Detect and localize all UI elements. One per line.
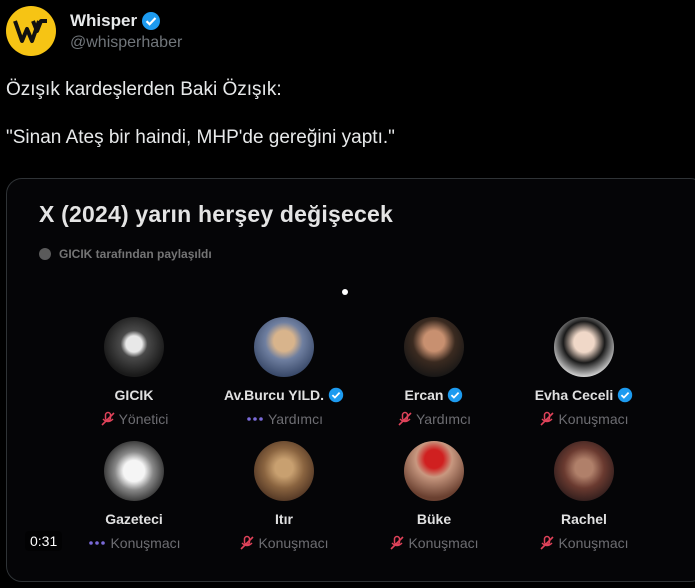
speaker-avatar[interactable] <box>404 317 464 377</box>
speaker-name-row: Itır <box>275 511 293 527</box>
speaker-avatar[interactable] <box>104 317 164 377</box>
speaker-role-row: Konuşmacı <box>539 535 629 551</box>
tweet-header: Whisper @whisperhaber <box>6 6 182 56</box>
shared-by-row: GICIK tarafından paylaşıldı <box>39 247 212 261</box>
speaker-role: Konuşmacı <box>110 535 181 551</box>
cursor-dot <box>342 289 348 295</box>
whisper-logo-icon <box>13 19 47 43</box>
speaker-name-row: Rachel <box>561 511 607 527</box>
speaker-name-row: Büke <box>417 511 451 527</box>
video-player[interactable]: X (2024) yarın herşey değişecek GICIK ta… <box>6 178 695 582</box>
speaker-role: Konuşmacı <box>558 411 629 427</box>
space-title: X (2024) yarın herşey değişecek <box>39 201 393 227</box>
speaker-card[interactable]: Gazeteci Konuşmacı <box>59 441 209 551</box>
verified-badge-icon <box>141 11 161 31</box>
speaker-name-row: Av.Burcu YILD. <box>224 387 344 403</box>
speaker-card[interactable]: Ercan Yardımcı <box>359 317 509 427</box>
speaker-name: Av.Burcu YILD. <box>223 387 325 403</box>
verified-badge-icon <box>447 387 463 403</box>
muted-mic-icon <box>397 411 413 427</box>
video-timestamp: 0:31 <box>25 531 63 551</box>
host-mini-avatar <box>39 248 51 260</box>
speaker-card[interactable]: Av.Burcu YILD. Yardımcı <box>209 317 359 427</box>
account-avatar[interactable] <box>6 6 56 56</box>
speaker-card[interactable]: GICIK Yönetici <box>59 317 209 427</box>
speaker-role-row: Konuşmacı <box>539 411 629 427</box>
speaker-card[interactable]: Büke Konuşmacı <box>359 441 509 551</box>
speaker-role-row: Konuşmacı <box>239 535 329 551</box>
tweet-text: Özışık kardeşlerden Baki Özışık: "Sinan … <box>6 78 686 174</box>
speaker-role-row: Konuşmacı <box>389 535 479 551</box>
speaker-card[interactable]: Evha Ceceli Konuşmacı <box>509 317 659 427</box>
speaker-avatar[interactable] <box>104 441 164 501</box>
speaker-role: Konuşmacı <box>558 535 629 551</box>
muted-mic-icon <box>539 535 555 551</box>
speaker-role-row: Yönetici <box>100 411 169 427</box>
speaker-name: Gazeteci <box>105 511 163 527</box>
speaker-card[interactable]: Rachel Konuşmacı <box>509 441 659 551</box>
speaker-avatar[interactable] <box>554 317 614 377</box>
muted-mic-icon <box>389 535 405 551</box>
speaker-card[interactable]: Itır Konuşmacı <box>209 441 359 551</box>
account-name[interactable]: Whisper <box>70 11 137 31</box>
verified-badge-icon <box>328 387 344 403</box>
verified-badge-icon <box>617 387 633 403</box>
speaker-role-row: Konuşmacı <box>87 535 181 551</box>
speaker-avatar[interactable] <box>404 441 464 501</box>
account-handle[interactable]: @whisperhaber <box>70 34 182 52</box>
speaker-role: Yardımcı <box>268 411 323 427</box>
speaker-name-row: Evha Ceceli <box>535 387 634 403</box>
speaker-avatar[interactable] <box>554 441 614 501</box>
shared-by-text: GICIK tarafından paylaşıldı <box>59 247 212 261</box>
speaker-avatar[interactable] <box>254 441 314 501</box>
speaker-name: GICIK <box>114 387 154 403</box>
dots-icon <box>87 538 107 548</box>
speaker-name: Itır <box>275 511 293 527</box>
speaker-grid: GICIK Yönetici Av.Burcu YILD. Yardımcı Ercan… <box>59 317 659 551</box>
muted-mic-icon <box>239 535 255 551</box>
speaker-avatar[interactable] <box>254 317 314 377</box>
speaker-name-row: GICIK <box>115 387 154 403</box>
speaker-role-row: Yardımcı <box>245 411 323 427</box>
speaker-role: Konuşmacı <box>408 535 479 551</box>
speaker-role: Yönetici <box>118 411 169 427</box>
speaker-name-row: Gazeteci <box>105 511 163 527</box>
speaker-role: Konuşmacı <box>258 535 329 551</box>
speaker-role: Yardımcı <box>416 411 471 427</box>
muted-mic-icon <box>539 411 555 427</box>
speaker-name: Ercan <box>404 387 444 403</box>
dots-icon <box>245 414 265 424</box>
muted-mic-icon <box>100 411 116 427</box>
tweet-line-1: Özışık kardeşlerden Baki Özışık: <box>6 79 282 100</box>
tweet-line-2: "Sinan Ateş bir haindi, MHP'de gereğini … <box>6 127 395 148</box>
speaker-name: Rachel <box>561 511 607 527</box>
speaker-name: Büke <box>416 511 452 527</box>
speaker-name: Evha Ceceli <box>534 387 614 403</box>
speaker-name-row: Ercan <box>405 387 464 403</box>
speaker-role-row: Yardımcı <box>397 411 471 427</box>
